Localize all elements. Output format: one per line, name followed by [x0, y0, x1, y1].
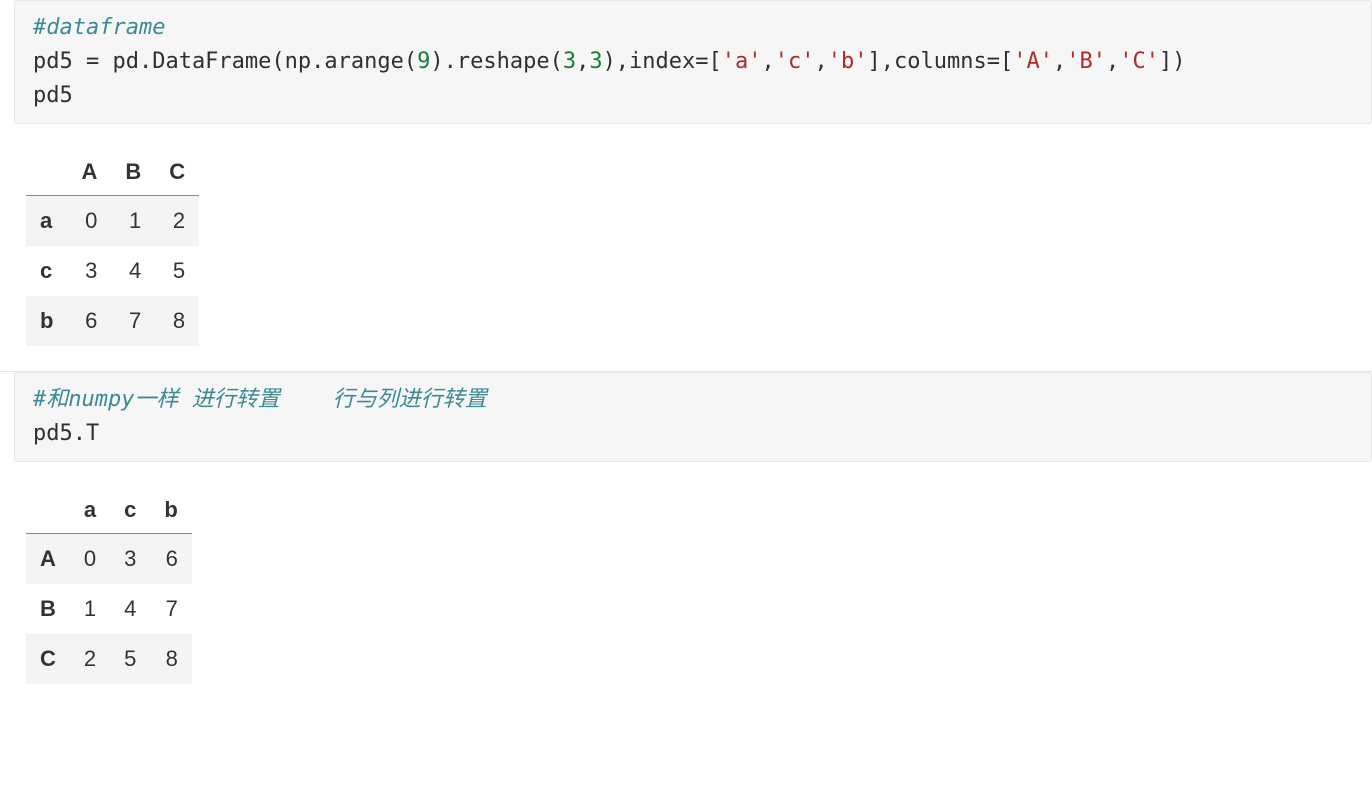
table-cell: 3 — [67, 246, 111, 296]
table-row-index: b — [26, 296, 67, 346]
code-comment: #dataframe — [33, 15, 165, 40]
table-corner — [26, 487, 70, 534]
table-cell: 5 — [155, 246, 199, 296]
table-cell: 4 — [110, 584, 150, 634]
table-cell: 6 — [67, 296, 111, 346]
table-cell: 2 — [70, 634, 110, 684]
output-area-2: a c b A 0 3 6 B 1 4 7 — [0, 462, 1372, 709]
table-row: A 0 3 6 — [26, 534, 192, 585]
table-corner — [26, 149, 67, 196]
table-cell: 8 — [150, 634, 191, 684]
table-row-index: C — [26, 634, 70, 684]
code-line: pd5 — [33, 83, 73, 108]
table-cell: 1 — [111, 196, 155, 247]
table-cell: 8 — [155, 296, 199, 346]
code-line: pd5.T — [33, 421, 99, 446]
table-cell: 4 — [111, 246, 155, 296]
table-cell: 3 — [110, 534, 150, 585]
table-row-index: c — [26, 246, 67, 296]
code-cell-2: #和numpy一样 进行转置 行与列进行转置 pd5.T a c b A 0 3… — [0, 372, 1372, 709]
table-cell: 1 — [70, 584, 110, 634]
table-row: B 1 4 7 — [26, 584, 192, 634]
table-row: b 6 7 8 — [26, 296, 199, 346]
code-input-2[interactable]: #和numpy一样 进行转置 行与列进行转置 pd5.T — [14, 372, 1372, 462]
table-row: C 2 5 8 — [26, 634, 192, 684]
table-row: c 3 4 5 — [26, 246, 199, 296]
table-column-header: a — [70, 487, 110, 534]
output-area-1: A B C a 0 1 2 c 3 4 5 — [0, 124, 1372, 371]
dataframe-table-2: a c b A 0 3 6 B 1 4 7 — [26, 487, 192, 684]
table-cell: 0 — [67, 196, 111, 247]
code-input-1[interactable]: #dataframe pd5 = pd.DataFrame(np.arange(… — [14, 0, 1372, 124]
code-cell-1: #dataframe pd5 = pd.DataFrame(np.arange(… — [0, 0, 1372, 371]
table-cell: 0 — [70, 534, 110, 585]
code-comment: #和numpy一样 进行转置 行与列进行转置 — [33, 387, 487, 412]
table-cell: 2 — [155, 196, 199, 247]
table-column-header: C — [155, 149, 199, 196]
table-cell: 7 — [150, 584, 191, 634]
table-cell: 6 — [150, 534, 191, 585]
code-line: pd5 = pd.DataFrame(np.arange(9).reshape(… — [33, 49, 1185, 74]
table-row-index: B — [26, 584, 70, 634]
table-header-row: A B C — [26, 149, 199, 196]
table-cell: 5 — [110, 634, 150, 684]
table-column-header: b — [150, 487, 191, 534]
table-column-header: A — [67, 149, 111, 196]
table-header-row: a c b — [26, 487, 192, 534]
table-cell: 7 — [111, 296, 155, 346]
table-row-index: A — [26, 534, 70, 585]
dataframe-table-1: A B C a 0 1 2 c 3 4 5 — [26, 149, 199, 346]
table-column-header: B — [111, 149, 155, 196]
table-row-index: a — [26, 196, 67, 247]
table-row: a 0 1 2 — [26, 196, 199, 247]
table-column-header: c — [110, 487, 150, 534]
